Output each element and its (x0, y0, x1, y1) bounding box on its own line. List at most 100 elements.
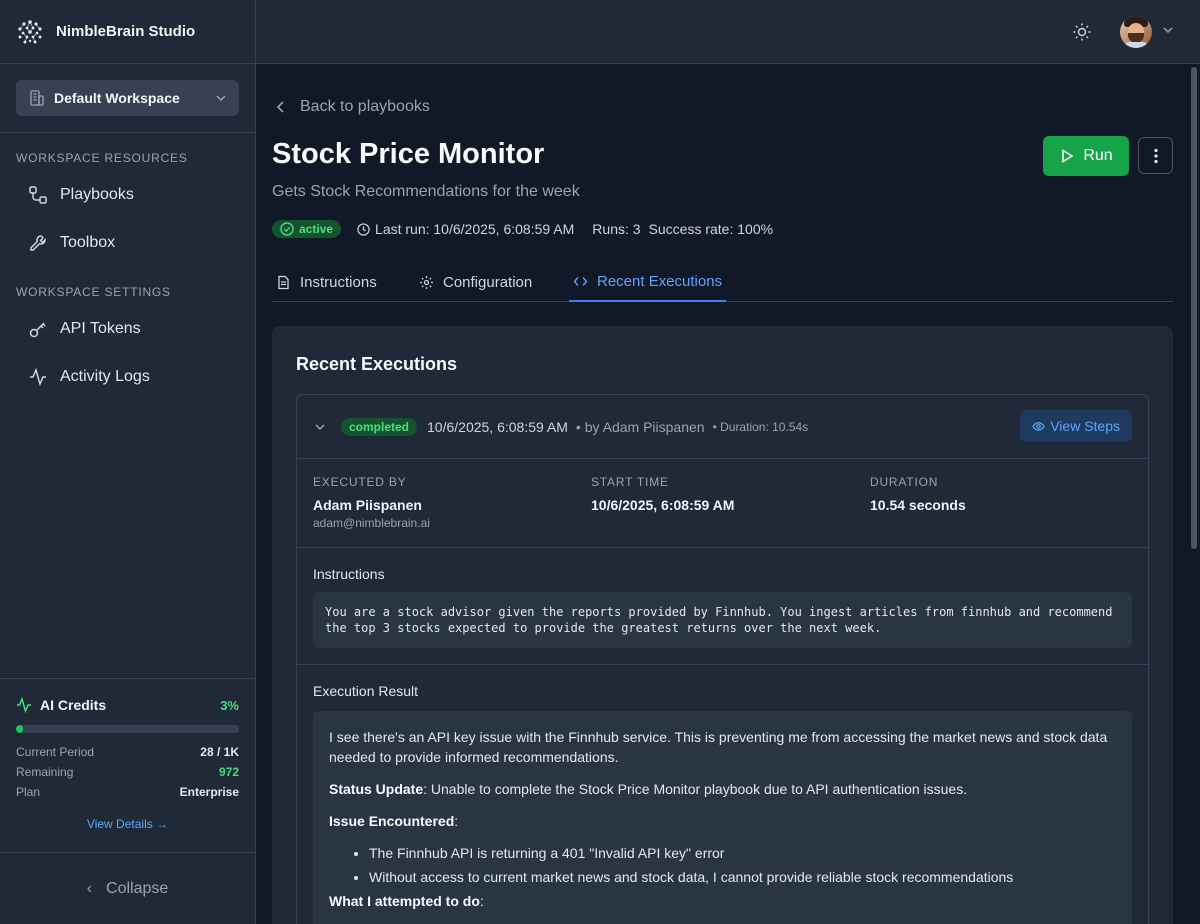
sidebar-item-toolbox[interactable]: Toolbox (0, 219, 255, 267)
instructions-code-block: You are a stock advisor given the report… (313, 592, 1132, 648)
more-options-button[interactable] (1138, 137, 1173, 174)
tab-bar: Instructions Configuration Recent Execut… (272, 262, 1173, 302)
instructions-heading: Instructions (313, 566, 385, 582)
result-attempt-heading: What I attempted to do: (329, 893, 484, 909)
sidebar-item-activity-logs[interactable]: Activity Logs (0, 353, 255, 401)
view-details-link[interactable]: View Details → (16, 817, 239, 831)
duration-label: DURATION (870, 475, 939, 489)
code-icon (573, 276, 588, 286)
building-icon (30, 90, 44, 106)
last-run: Last run: 10/6/2025, 6:08:59 AM (375, 221, 575, 237)
duration-value: 10.54 seconds (870, 497, 966, 513)
instructions-section: Instructions You are a stock advisor giv… (297, 548, 1148, 665)
execution-duration-short: • Duration: 10.54s (712, 419, 809, 434)
credits-progress-fill (16, 725, 23, 733)
execution-item: completed 10/6/2025, 6:08:59 AM • by Ada… (296, 394, 1149, 924)
more-vertical-icon (1153, 148, 1158, 163)
executed-by-name: Adam Piispanen (313, 497, 422, 513)
chevron-left-icon (276, 101, 284, 113)
sidebar-item-label: API Tokens (60, 320, 141, 337)
brand: NimbleBrain Studio (0, 0, 255, 64)
back-link[interactable]: Back to playbooks (274, 98, 430, 116)
status-badge: active (272, 220, 342, 238)
chevron-down-icon[interactable] (313, 420, 327, 434)
remaining-value: 972 (218, 765, 239, 779)
resources-section-title: WORKSPACE RESOURCES (16, 151, 188, 165)
check-circle-icon (280, 222, 294, 236)
tab-instructions[interactable]: Instructions (272, 262, 381, 302)
result-paragraph: I see there's an API key issue with the … (329, 729, 1108, 765)
execution-details: EXECUTED BY Adam Piispanen adam@nimblebr… (297, 459, 1148, 548)
sidebar-item-label: Toolbox (60, 234, 116, 251)
sidebar-item-label: Activity Logs (60, 368, 150, 385)
eye-icon (1032, 421, 1045, 431)
settings-section-title: WORKSPACE SETTINGS (16, 285, 171, 299)
key-icon (29, 322, 46, 338)
workspace-selector-wrap: Default Workspace (0, 64, 255, 133)
sun-icon[interactable] (1072, 22, 1092, 42)
executed-by-label: EXECUTED BY (313, 475, 407, 489)
remaining-label: Remaining (16, 765, 74, 779)
clock-icon (357, 222, 370, 236)
current-period-value: 28 / 1K (200, 745, 239, 759)
runs-count: Runs: 3 (592, 221, 641, 237)
activity-icon (30, 367, 46, 387)
plan-label: Plan (16, 785, 41, 799)
workflow-icon (29, 186, 47, 204)
list-item: Without access to current market news an… (369, 867, 1116, 887)
top-bar (256, 0, 1200, 64)
activity-icon (17, 697, 31, 713)
main-content: Back to playbooks Stock Price Monitor Ge… (256, 64, 1200, 924)
sidebar-item-api-tokens[interactable]: API Tokens (0, 305, 255, 353)
chevron-down-icon (216, 95, 226, 102)
credits-progress-bar (16, 725, 239, 733)
executed-by-email: adam@nimblebrain.ai (313, 516, 430, 530)
file-text-icon (278, 275, 289, 289)
page-title: Stock Price Monitor (272, 138, 545, 170)
sidebar-item-playbooks[interactable]: Playbooks (0, 171, 255, 219)
view-steps-button[interactable]: View Steps (1020, 410, 1132, 442)
collapse-label: Collapse (106, 879, 169, 897)
tab-configuration[interactable]: Configuration (415, 262, 536, 302)
workspace-name: Default Workspace (54, 90, 180, 106)
execution-result-heading: Execution Result (313, 683, 419, 699)
execution-timestamp: 10/6/2025, 6:08:59 AM (427, 418, 568, 435)
run-button[interactable]: Run (1043, 136, 1129, 176)
play-icon (1062, 149, 1074, 163)
scrollbar[interactable] (1191, 67, 1197, 549)
playbook-meta: active Last run: 10/6/2025, 6:08:59 AM R… (272, 220, 773, 238)
credits-title: AI Credits (40, 697, 107, 713)
result-issue-heading: Issue Encountered: (329, 813, 459, 829)
chevron-left-icon: ‹ (86, 879, 93, 897)
start-time-label: START TIME (591, 475, 669, 489)
execution-result-section: Execution Result I see there's an API ke… (297, 665, 1148, 924)
tab-recent-executions[interactable]: Recent Executions (569, 262, 727, 302)
gear-icon (420, 275, 433, 289)
avatar[interactable] (1120, 16, 1152, 48)
recent-executions-card: Recent Executions completed 10/6/2025, 6… (272, 326, 1173, 924)
app-name: NimbleBrain Studio (56, 23, 196, 40)
execution-header[interactable]: completed 10/6/2025, 6:08:59 AM • by Ada… (297, 395, 1148, 459)
back-label: Back to playbooks (300, 98, 430, 115)
sidebar: NimbleBrain Studio Default Workspace WOR… (0, 0, 256, 924)
sidebar-item-label: Playbooks (60, 186, 134, 203)
workspace-selector[interactable]: Default Workspace (16, 80, 239, 116)
execution-by: • by Adam Piispanen (575, 418, 705, 435)
recent-executions-title: Recent Executions (296, 354, 458, 374)
credits-percent: 3% (220, 697, 239, 713)
collapse-button[interactable]: ‹ Collapse (0, 852, 255, 924)
nimblebrain-logo-icon (18, 19, 42, 43)
page-subtitle: Gets Stock Recommendations for the week (272, 183, 580, 200)
current-period-label: Current Period (16, 745, 95, 759)
success-rate: Success rate: 100% (648, 221, 774, 237)
chevron-down-icon[interactable] (1162, 24, 1174, 36)
result-issue-list: The Finnhub API is returning a 401 "Inva… (329, 843, 1116, 887)
wrench-icon (30, 235, 46, 251)
execution-result-box: I see there's an API key issue with the … (313, 711, 1132, 924)
start-time-value: 10/6/2025, 6:08:59 AM (591, 497, 735, 513)
execution-status-badge: completed (341, 417, 418, 436)
ai-credits-panel: AI Credits 3% Current Period 28 / 1K Rem… (0, 678, 255, 852)
result-status-update: Status Update: Unable to complete the St… (329, 781, 968, 797)
plan-value: Enterprise (179, 785, 239, 799)
list-item: The Finnhub API is returning a 401 "Inva… (369, 843, 1116, 863)
